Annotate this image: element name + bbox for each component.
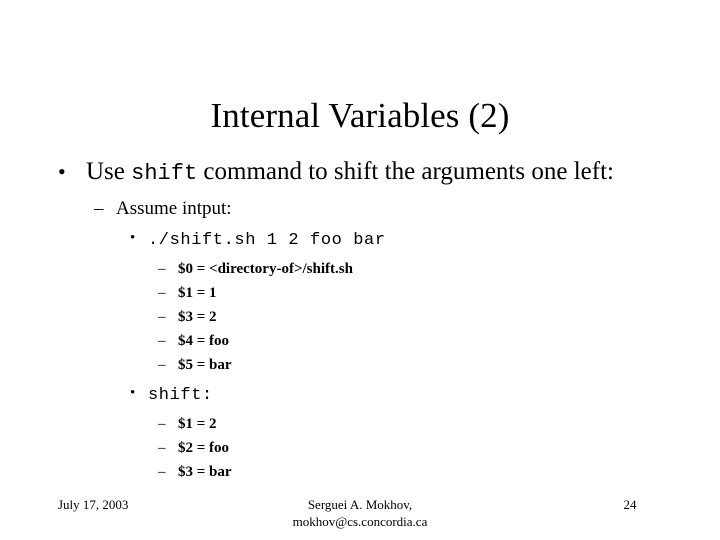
bullet-dot-icon: •: [58, 159, 66, 184]
variable-assignment: $5 = bar: [178, 357, 232, 373]
variable-assignment: $2 = foo: [178, 440, 230, 456]
dash-icon: –: [158, 440, 166, 456]
variable-assignment: $1 = 2: [178, 416, 217, 432]
slide-body: • Use shift command to shift the argumen…: [0, 156, 720, 484]
footer-page-number: 24: [623, 497, 637, 512]
list-item: – $5 = bar: [0, 353, 720, 377]
list-item: – $3 = 2: [0, 305, 720, 329]
footer-author-block: Serguei A. Mokhov, mokhov@cs.concordia.c…: [180, 496, 540, 530]
bullet-dot-icon: •: [130, 230, 136, 246]
list-item: – $1 = 2: [0, 412, 720, 436]
footer-date: July 17, 2003: [58, 497, 129, 512]
bullet-level2-label: Assume intput:: [116, 198, 232, 219]
bullet-text-part2: command to shift the arguments one left:: [197, 158, 614, 185]
bullet-level2-assume-input: – Assume intput:: [0, 196, 720, 222]
list-item: – $4 = foo: [0, 329, 720, 353]
page-title: Internal Variables (2): [210, 96, 510, 136]
command-line-code: ./shift.sh 1 2 foo bar: [148, 231, 386, 250]
dash-icon: –: [158, 357, 166, 373]
dash-icon: –: [158, 333, 166, 349]
bullet-dot-icon: •: [130, 385, 136, 401]
slide: Internal Variables (2) • Use shift comma…: [0, 0, 720, 540]
inline-code-shift: shift: [131, 161, 198, 186]
bullet-level3-shift-label: • shift:: [0, 381, 720, 408]
dash-icon: –: [158, 261, 166, 277]
bullet-text-part1: Use: [86, 158, 132, 185]
dash-icon: –: [158, 464, 166, 480]
dash-icon: –: [158, 416, 166, 432]
shift-keyword-code: shift:: [148, 386, 213, 405]
variable-list-before-shift: – $0 = <directory-of>/shift.sh – $1 = 1 …: [0, 257, 720, 377]
footer-author: Serguei A. Mokhov,: [307, 497, 413, 512]
variable-assignment: $4 = foo: [178, 333, 230, 349]
list-item: – $3 = bar: [0, 460, 720, 484]
variable-assignment: $0 = <directory-of>/shift.sh: [178, 261, 353, 277]
footer-email: mokhov@cs.concordia.ca: [292, 514, 428, 529]
bullet-level3-command: • ./shift.sh 1 2 foo bar: [0, 226, 720, 253]
variable-assignment: $3 = bar: [178, 464, 232, 480]
bullet-level1-use-shift: • Use shift command to shift the argumen…: [0, 156, 720, 189]
list-item: – $0 = <directory-of>/shift.sh: [0, 257, 720, 281]
dash-icon: –: [158, 285, 166, 301]
dash-icon: –: [94, 198, 104, 219]
dash-icon: –: [158, 309, 166, 325]
list-item: – $2 = foo: [0, 436, 720, 460]
variable-assignment: $3 = 2: [178, 309, 217, 325]
variable-list-after-shift: – $1 = 2 – $2 = foo – $3 = bar: [0, 412, 720, 484]
list-item: – $1 = 1: [0, 281, 720, 305]
slide-footer: July 17, 2003 Serguei A. Mokhov, mokhov@…: [0, 496, 720, 540]
variable-assignment: $1 = 1: [178, 285, 217, 301]
